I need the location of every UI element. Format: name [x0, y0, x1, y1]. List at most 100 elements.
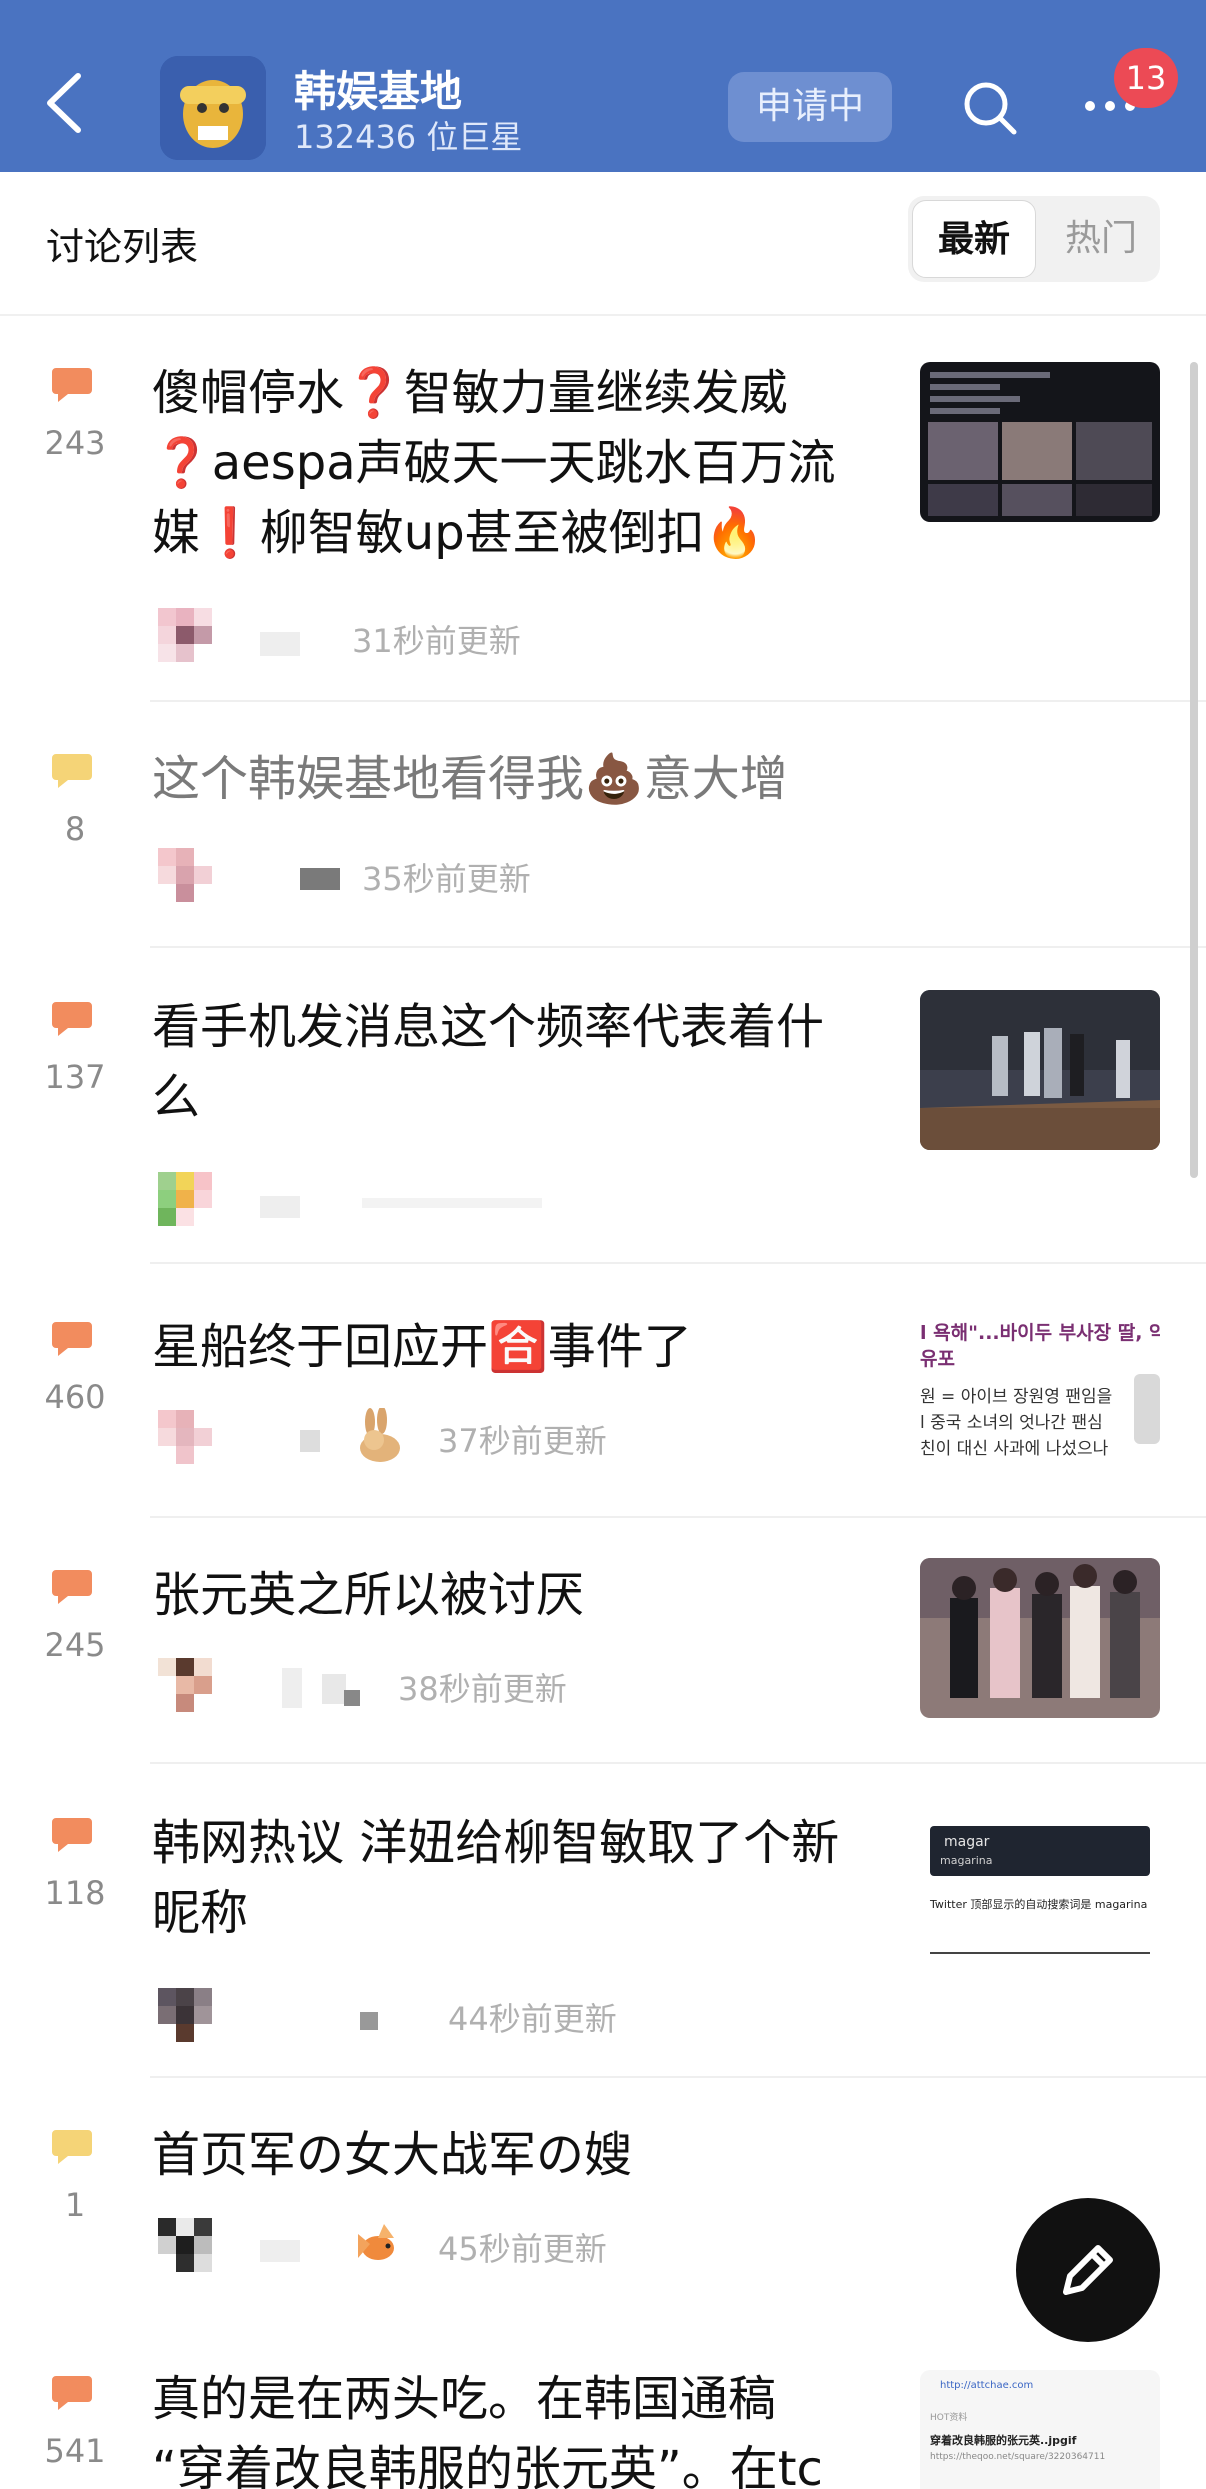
pencil-icon — [1063, 2245, 1113, 2295]
post-title-line: 媒❗柳智敏up甚至被倒扣🔥 — [152, 505, 765, 561]
comment-count: 243 — [44, 424, 106, 462]
update-time: 37秒前更新 — [438, 1422, 607, 1460]
post-meta: 31秒前更新 — [152, 602, 752, 672]
thumbnail-text: l 욕해"...바이두 부사장 딸, 악플러 — [920, 1322, 1160, 1344]
group-avatar[interactable] — [160, 56, 266, 160]
comment-count: 245 — [44, 1626, 106, 1664]
thumbnail-text: 원 = 아이브 장원영 팬임을 — [920, 1387, 1113, 1407]
divider — [150, 700, 1206, 702]
post-title-line: 韩网热议 洋妞给柳智敏取了个新 — [152, 1815, 840, 1871]
post-thumbnail[interactable]: magar magarina Twitter 顶部显示的自动搜索词是 magar… — [920, 1816, 1160, 1976]
search-icon — [964, 82, 1017, 135]
username-blurred — [260, 1196, 300, 1218]
thumbnail-text: l 중국 소녀의 엇나간 팬심 — [920, 1413, 1103, 1433]
thumbnail-searchbar: magar magarina — [930, 1826, 1150, 1876]
update-time: 35秒前更新 — [362, 860, 531, 898]
post-meta: 37秒前更新 — [152, 1404, 752, 1474]
user-avatar[interactable] — [152, 1652, 222, 1718]
comment-count: 541 — [44, 2432, 106, 2470]
thumbnail-text: 친이 대신 사과에 나섰으나 — [920, 1439, 1109, 1459]
post-title-line: ❓aespa声破天一天跳水百万流 — [152, 435, 836, 491]
back-button[interactable] — [40, 68, 96, 148]
post-title-line: 星船终于回应开🈴事件了 — [152, 1319, 692, 1375]
post-item[interactable]: 541 真的是在两头吃。在韩国通稿 “穿着改良韩服的张元英”。在tc http:… — [0, 2364, 1206, 2489]
post-title: 真的是在两头吃。在韩国通稿 “穿着改良韩服的张元英”。在tc — [152, 2364, 872, 2489]
comment-icon — [52, 1818, 92, 1852]
divider — [150, 1262, 1206, 1264]
post-item[interactable]: 8 这个韩娱基地看得我💩意大增 35秒前更新 — [0, 742, 1206, 946]
post-thumbnail[interactable]: http://attchae.com HOT资料 穿着改良韩服的张元英..jpg… — [920, 2370, 1160, 2489]
post-title: 傻帽停水❓智敏力量继续发威 ❓aespa声破天一天跳水百万流 媒❗柳智敏up甚至… — [152, 358, 872, 568]
divider — [150, 946, 1206, 948]
post-thumbnail[interactable] — [920, 1558, 1160, 1718]
post-title-line: 这个韩娱基地看得我💩意大增 — [152, 751, 788, 807]
comment-count: 118 — [44, 1874, 106, 1912]
app-header: 韩娱基地 132436 位巨星 申请中 13 — [0, 0, 1206, 172]
user-avatar[interactable] — [152, 842, 222, 908]
comment-count: 8 — [64, 810, 86, 848]
post-item[interactable]: 245 张元英之所以被讨厌 38秒前更新 — [0, 1558, 1206, 1762]
comment-icon — [52, 1322, 92, 1356]
post-thumbnail[interactable] — [920, 362, 1160, 522]
post-meta — [152, 1166, 752, 1236]
post-item[interactable]: 118 韩网热议 洋妞给柳智敏取了个新 昵称 44秒前更新 magar maga… — [0, 1806, 1206, 2076]
notification-badge: 13 — [1114, 48, 1178, 108]
thumbnail-line — [930, 1952, 1150, 1954]
tab-newest[interactable]: 最新 — [912, 200, 1036, 278]
comment-icon — [52, 2376, 92, 2410]
post-meta: 45秒前更新 — [152, 2212, 752, 2282]
username-blurred — [300, 1430, 320, 1452]
username-blurred — [260, 632, 300, 656]
username-blurred — [282, 1668, 302, 1708]
tab-hot[interactable]: 热门 — [1046, 200, 1156, 278]
back-arrow-icon — [47, 73, 81, 133]
post-title-line: 真的是在两头吃。在韩国通稿 — [152, 2371, 777, 2427]
user-avatar[interactable] — [152, 1166, 222, 1232]
update-time: 38秒前更新 — [398, 1670, 567, 1708]
goldfish-icon — [358, 2224, 394, 2260]
post-title: 这个韩娱基地看得我💩意大增 — [152, 744, 872, 814]
post-thumbnail[interactable] — [920, 990, 1160, 1150]
post-title: 张元英之所以被讨厌 — [152, 1560, 872, 1630]
post-meta: 35秒前更新 — [152, 842, 752, 912]
thumbnail-text: https://theqoo.net/square/3220364711 — [930, 2452, 1106, 2462]
user-avatar[interactable] — [152, 1404, 222, 1470]
search-button[interactable] — [960, 78, 1020, 138]
comment-count: 137 — [44, 1058, 106, 1096]
post-meta: 44秒前更新 — [152, 1982, 752, 2052]
post-title-line: 看手机发消息这个频率代表着什 — [152, 999, 825, 1055]
member-count: 132436 位巨星 — [294, 118, 523, 156]
comment-icon — [52, 368, 92, 402]
post-item[interactable]: 460 星船终于回应开🈴事件了 37秒前更新 l 욕해"...바이두 부사장 딸… — [0, 1310, 1206, 1516]
user-avatar[interactable] — [152, 1982, 222, 2048]
post-item[interactable]: 137 看手机发消息这个频率代表着什 么 — [0, 990, 1206, 1262]
thumbnail-text: http://attchae.com — [940, 2380, 1034, 2391]
thumbnail-photo — [1134, 1374, 1160, 1444]
username-blurred — [322, 1674, 346, 1704]
sort-toggle: 最新 热门 — [908, 196, 1160, 282]
username-blurred — [360, 2012, 378, 2030]
post-item[interactable]: 243 傻帽停水❓智敏力量继续发威 ❓aespa声破天一天跳水百万流 媒❗柳智敏… — [0, 356, 1206, 700]
thumbnail-text: magar — [944, 1834, 990, 1850]
post-title: 韩网热议 洋妞给柳智敏取了个新 昵称 — [152, 1808, 872, 1948]
divider — [150, 1516, 1206, 1518]
user-avatar[interactable] — [152, 602, 222, 668]
post-thumbnail[interactable]: l 욕해"...바이두 부사장 딸, 악플러 유포 원 = 아이브 장원영 팬임… — [920, 1310, 1160, 1470]
divider — [150, 1762, 1206, 1764]
post-title-line: “穿着改良韩服的张元英”。在tc — [152, 2441, 823, 2489]
post-meta: 38秒前更新 — [152, 1652, 752, 1722]
divider — [0, 314, 1206, 316]
thumbnail-text: 穿着改良韩服的张元英..jpgif — [930, 2434, 1077, 2447]
compose-button[interactable] — [1016, 2198, 1160, 2342]
comment-count: 460 — [44, 1378, 106, 1416]
user-avatar[interactable] — [152, 2212, 222, 2278]
post-title-line: 么 — [152, 1069, 201, 1125]
comment-icon — [52, 2130, 92, 2164]
divider — [150, 2076, 1206, 2078]
apply-status-button[interactable]: 申请中 — [728, 72, 892, 142]
group-logo-icon — [160, 56, 266, 160]
rabbit-icon — [360, 1408, 400, 1462]
username-blurred — [344, 1690, 360, 1706]
update-time: 31秒前更新 — [352, 622, 521, 660]
scrollbar[interactable] — [1190, 362, 1198, 1178]
